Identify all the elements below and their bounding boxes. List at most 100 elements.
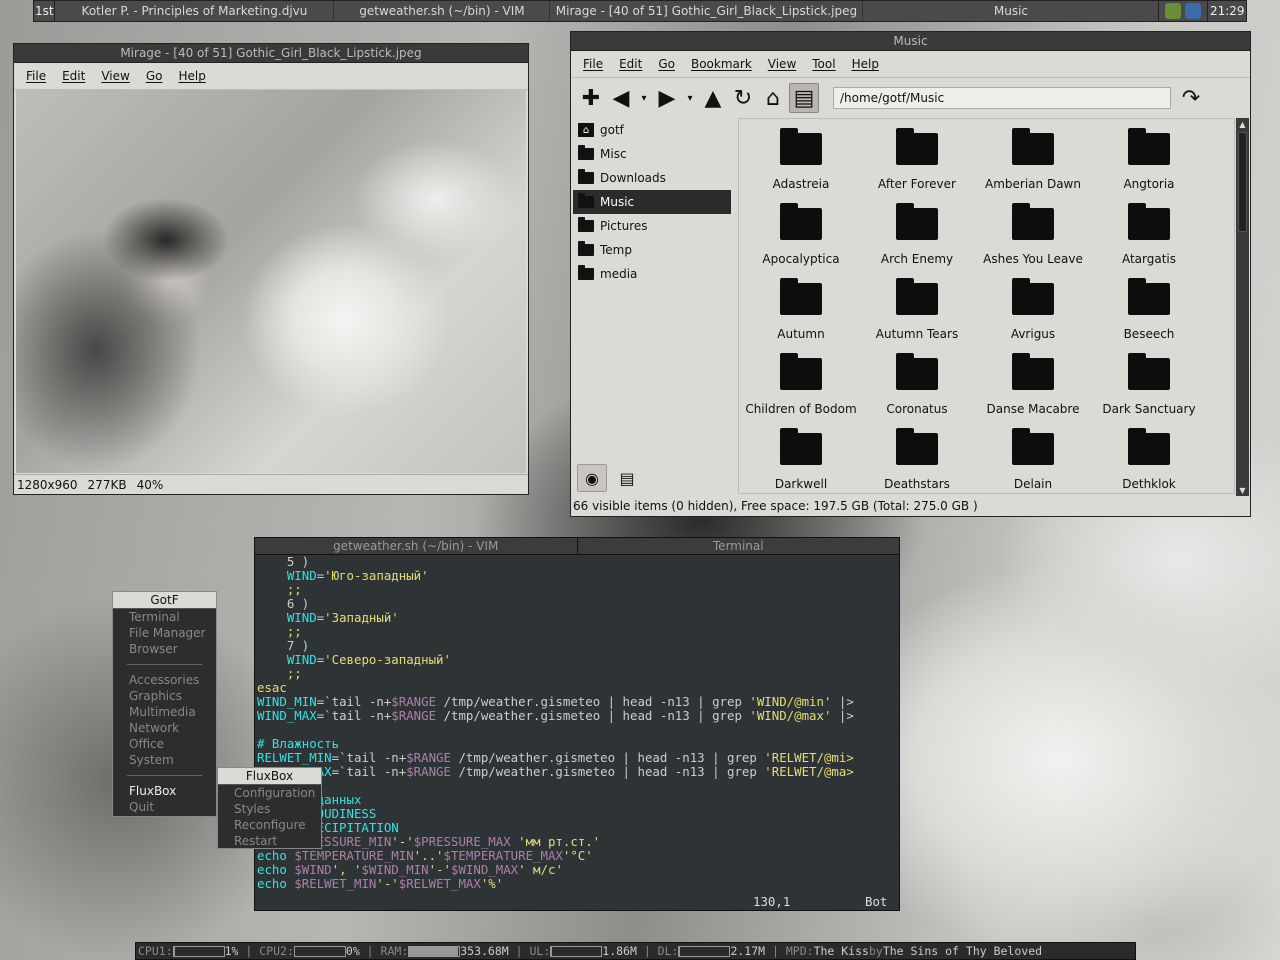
menu-item-graphics[interactable]: Graphics	[113, 688, 216, 704]
home-icon[interactable]: ⌂	[759, 84, 787, 112]
tree-mode-icon[interactable]: ▤	[613, 465, 641, 491]
menu-help[interactable]: Help	[170, 69, 213, 83]
sidebar-item-downloads[interactable]: Downloads	[573, 166, 731, 190]
folder-item[interactable]: Arch Enemy	[859, 200, 975, 275]
places-mode-icon[interactable]: ◉	[577, 464, 607, 492]
root-menu-title: GotF	[113, 592, 216, 609]
folder-item[interactable]: Atargatis	[1091, 200, 1207, 275]
menu-item-file-manager[interactable]: File Manager	[113, 625, 216, 641]
scroll-indicator: Bot	[865, 894, 888, 909]
task-vim[interactable]: getweather.sh (~/bin) - VIM	[334, 1, 551, 21]
task-mirage[interactable]: Mirage - [40 of 51] Gothic_Girl_Black_Li…	[550, 1, 864, 21]
folder-item[interactable]: Angtoria	[1091, 125, 1207, 200]
folder-icon-view: Adastreia After Forever Amberian Dawn An…	[738, 118, 1235, 494]
folder-icon	[578, 193, 594, 208]
reload-icon[interactable]: ↻	[729, 84, 757, 112]
menu-file[interactable]: File	[18, 69, 54, 83]
folder-item[interactable]: Ashes You Leave	[975, 200, 1091, 275]
menu-item-office[interactable]: Office	[113, 736, 216, 752]
folder-icon	[896, 278, 938, 315]
menu-item-multimedia[interactable]: Multimedia	[113, 704, 216, 720]
folder-item[interactable]: Dethklok	[1091, 425, 1207, 493]
sidebar-item-temp[interactable]: Temp	[573, 238, 731, 262]
menu-item-configuration[interactable]: Configuration	[218, 785, 321, 801]
task-kotler[interactable]: Kotler P. - Principles of Marketing.djvu	[55, 1, 335, 21]
cpu2-value: 0%	[345, 944, 360, 958]
music-note-icon[interactable]	[1185, 3, 1202, 19]
menu-view[interactable]: View	[93, 69, 137, 83]
workspace-label[interactable]: 1st	[34, 1, 56, 21]
sidebar-item-pictures[interactable]: Pictures	[573, 214, 731, 238]
folder-item[interactable]: Autumn Tears	[859, 275, 975, 350]
menu-edit[interactable]: Edit	[54, 69, 93, 83]
menu-item-network[interactable]: Network	[113, 720, 216, 736]
menu-item-terminal[interactable]: Terminal	[113, 609, 216, 625]
task-music[interactable]: Music	[863, 1, 1158, 21]
image-filesize: 277KB	[87, 477, 127, 492]
folder-item[interactable]: Danse Macabre	[975, 350, 1091, 425]
menu-go[interactable]: Go	[650, 57, 683, 71]
folder-item[interactable]: Delain	[975, 425, 1091, 493]
back-history-dropdown-icon[interactable]: ▾	[637, 84, 651, 112]
scroll-down-icon[interactable]: ▼	[1236, 484, 1249, 496]
menu-item-system[interactable]: System	[113, 752, 216, 768]
sidebar-item-music[interactable]: Music	[573, 190, 731, 214]
folder-icon	[578, 145, 594, 160]
menu-item-fluxbox[interactable]: FluxBox	[113, 783, 216, 799]
menu-item-restart[interactable]: Restart	[218, 833, 321, 849]
folder-item[interactable]: Apocalyptica	[743, 200, 859, 275]
mirage-titlebar[interactable]: Mirage - [40 of 51] Gothic_Girl_Black_Li…	[14, 44, 528, 63]
update-icon[interactable]	[1165, 3, 1182, 19]
folder-icon	[780, 428, 822, 465]
view-mode-icon[interactable]: ▤	[789, 83, 819, 113]
folder-icon	[896, 428, 938, 465]
folder-item[interactable]: After Forever	[859, 125, 975, 200]
menu-file[interactable]: File	[575, 57, 611, 71]
vim-buffer[interactable]: 5 ) WIND='Юго-западный' ;; 6 ) WIND='Зап…	[255, 555, 899, 891]
menu-edit[interactable]: Edit	[611, 57, 650, 71]
menu-item-browser[interactable]: Browser	[113, 641, 216, 657]
menu-bookmark[interactable]: Bookmark	[683, 57, 760, 71]
menu-item-quit[interactable]: Quit	[113, 799, 216, 815]
go-path-arrow-icon[interactable]: ↷	[1177, 84, 1205, 112]
menu-item-accessories[interactable]: Accessories	[113, 672, 216, 688]
forward-arrow-icon[interactable]: ▶	[653, 84, 681, 112]
folder-item[interactable]: Avrigus	[975, 275, 1091, 350]
sidebar-item-gotf[interactable]: ⌂ gotf	[573, 118, 731, 142]
folder-item[interactable]: Adastreia	[743, 125, 859, 200]
menu-separator	[127, 775, 202, 776]
folder-item[interactable]: Coronatus	[859, 350, 975, 425]
tab-terminal[interactable]: Terminal	[578, 538, 900, 554]
folder-item[interactable]: Darkwell	[743, 425, 859, 493]
up-arrow-icon[interactable]: ▲	[699, 84, 727, 112]
menu-help[interactable]: Help	[844, 57, 887, 71]
folder-item[interactable]: Deathstars	[859, 425, 975, 493]
menu-separator	[127, 664, 202, 665]
back-arrow-icon[interactable]: ◀	[607, 84, 635, 112]
menu-tool[interactable]: Tool	[804, 57, 843, 71]
forward-history-dropdown-icon[interactable]: ▾	[683, 84, 697, 112]
menu-item-styles[interactable]: Styles	[218, 801, 321, 817]
scroll-up-icon[interactable]: ▲	[1236, 118, 1249, 130]
sidebar-mode-buttons: ◉ ▤	[573, 462, 737, 494]
folder-item[interactable]: Dark Sanctuary	[1091, 350, 1207, 425]
cpu2-gauge	[293, 945, 346, 957]
fm-titlebar[interactable]: Music	[571, 32, 1250, 51]
new-tab-plus-icon[interactable]: ✚	[577, 84, 605, 112]
mpd-track: The Kiss	[813, 944, 869, 958]
folder-item[interactable]: Beseech	[1091, 275, 1207, 350]
tab-vim[interactable]: getweather.sh (~/bin) - VIM	[255, 538, 578, 554]
folder-item[interactable]: Amberian Dawn	[975, 125, 1091, 200]
scrollbar-thumb[interactable]	[1238, 132, 1247, 232]
menu-go[interactable]: Go	[138, 69, 171, 83]
icon-view-scrollbar[interactable]: ▲ ▼	[1236, 118, 1249, 496]
folder-item[interactable]: Children of Bodom	[743, 350, 859, 425]
ram-gauge	[408, 945, 461, 957]
menu-item-reconfigure[interactable]: Reconfigure	[218, 817, 321, 833]
fluxbox-submenu-title: FluxBox	[218, 768, 321, 785]
sidebar-item-misc[interactable]: Misc	[573, 142, 731, 166]
folder-item[interactable]: Autumn	[743, 275, 859, 350]
sidebar-item-media[interactable]: media	[573, 262, 731, 286]
menu-view[interactable]: View	[760, 57, 804, 71]
path-input[interactable]: /home/gotf/Music	[833, 87, 1171, 109]
